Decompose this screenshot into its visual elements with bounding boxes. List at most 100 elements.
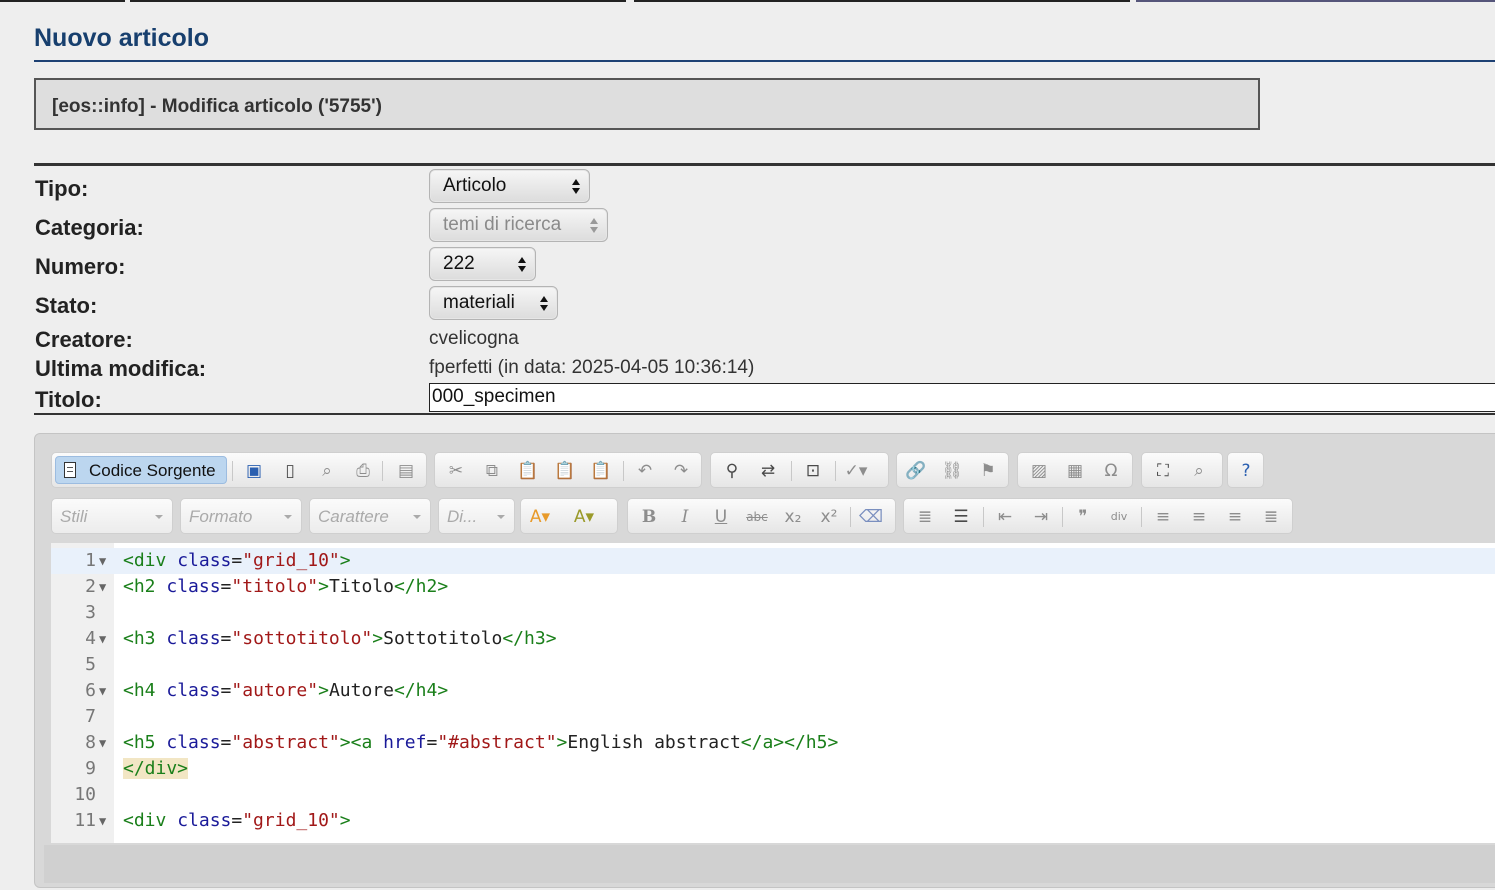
find-icon[interactable]: ⚲ <box>719 458 745 484</box>
code-line[interactable]: 8 ▼ <h5 class="abstract"><a href="#abstrac… <box>51 730 1495 756</box>
bulleted-list-icon[interactable]: ☰ <box>948 504 974 530</box>
code-line[interactable]: 5 <box>51 652 1495 678</box>
align-left-icon[interactable]: ≡ <box>1150 504 1176 530</box>
code-line[interactable]: 4 ▼ <h3 class="sottotitolo">Sottotitolo</h… <box>51 626 1495 652</box>
select-arrows-icon <box>518 255 526 273</box>
code-line[interactable]: 10 <box>51 782 1495 808</box>
line-number: 10 <box>74 784 96 805</box>
source-code-label: Codice Sorgente <box>89 461 216 480</box>
fold-icon[interactable]: ▼ <box>99 626 106 652</box>
size-combo-label: Di... <box>447 507 478 526</box>
stato-label: Stato: <box>35 293 98 318</box>
undo-icon[interactable]: ↶ <box>632 458 658 484</box>
numero-label: Numero: <box>35 254 126 279</box>
replace-icon[interactable]: ⇄ <box>755 458 781 484</box>
code-editor[interactable]: 1 ▼ <div class="grid_10"> 2 ▼ <h2 class="tito… <box>51 543 1495 843</box>
line-number: 4 <box>85 628 96 649</box>
toolbar-document-group: Codice Sorgente ▣ ▯ ⌕ ⎙ ▤ <box>51 452 427 488</box>
fold-icon[interactable]: ▼ <box>99 574 106 600</box>
fold-icon[interactable]: ▼ <box>99 548 106 574</box>
line-number: 9 <box>85 758 96 779</box>
code-line[interactable]: 3 <box>51 600 1495 626</box>
fold-icon[interactable]: ▼ <box>99 730 106 756</box>
paste-text-icon[interactable]: 📋 <box>552 458 578 484</box>
maximize-icon[interactable]: ⛶ <box>1150 458 1176 484</box>
toolbar-view-group: ⛶ ⌕ <box>1141 452 1223 488</box>
cut-icon[interactable]: ✂ <box>443 458 469 484</box>
table-icon[interactable]: ▦ <box>1062 458 1088 484</box>
form-top-divider <box>34 163 1495 166</box>
redo-icon[interactable]: ↷ <box>668 458 694 484</box>
toolbar-paragraph-group: ≣ ☰ ⇤ ⇥ ❞ div ≡ ≡ ≡ ≣ <box>903 498 1293 534</box>
code-text: <h5 class="abstract"><a href="#abstract"… <box>123 732 839 753</box>
align-center-icon[interactable]: ≡ <box>1186 504 1212 530</box>
link-icon[interactable]: 🔗 <box>903 458 929 484</box>
line-number: 3 <box>85 602 96 623</box>
preview-icon[interactable]: ⌕ <box>314 458 340 484</box>
outdent-icon[interactable]: ⇤ <box>992 504 1018 530</box>
align-right-icon[interactable]: ≡ <box>1222 504 1248 530</box>
div-icon[interactable]: div <box>1106 504 1132 530</box>
superscript-icon[interactable]: x² <box>816 504 842 530</box>
titolo-input[interactable]: 000_specimen <box>429 383 1495 412</box>
creatore-label: Creatore: <box>35 327 133 352</box>
source-code-button[interactable]: Codice Sorgente <box>55 456 227 484</box>
new-page-icon[interactable]: ▯ <box>277 458 303 484</box>
select-all-icon[interactable]: ⊡ <box>800 458 826 484</box>
save-icon[interactable]: ▣ <box>241 458 267 484</box>
numero-select[interactable]: 222 <box>429 247 536 281</box>
strike-icon[interactable]: abc <box>744 504 770 530</box>
unlink-icon[interactable]: ⛓ <box>939 458 965 484</box>
help-icon[interactable]: ? <box>1233 458 1259 484</box>
blockquote-icon[interactable]: ❞ <box>1070 504 1096 530</box>
stato-select[interactable]: materiali <box>429 286 558 320</box>
numbered-list-icon[interactable]: ≣ <box>912 504 938 530</box>
toolbar-find-group: ⚲ ⇄ ⊡ ✓▾ <box>710 452 889 488</box>
chevron-down-icon <box>155 515 163 519</box>
format-combo[interactable]: Formato <box>180 498 302 534</box>
anchor-icon[interactable]: ⚑ <box>975 458 1001 484</box>
paste-word-icon[interactable]: 📋 <box>588 458 614 484</box>
code-line[interactable]: 9 </div> <box>51 756 1495 782</box>
italic-icon[interactable]: I <box>672 504 698 530</box>
stato-value: materiali <box>443 292 515 313</box>
copy-icon[interactable]: ⧉ <box>479 458 505 484</box>
code-line[interactable]: 11 ▼ <div class="grid_10"> <box>51 808 1495 834</box>
tipo-select[interactable]: Articolo <box>429 169 590 203</box>
line-number: 6 <box>85 680 96 701</box>
paste-icon[interactable]: 📋 <box>515 458 541 484</box>
code-line[interactable]: 6 ▼ <h4 class="autore">Autore</h4> <box>51 678 1495 704</box>
justify-icon[interactable]: ≣ <box>1258 504 1284 530</box>
size-combo[interactable]: Di... <box>438 498 515 534</box>
fold-icon[interactable]: ▼ <box>99 678 106 704</box>
font-combo[interactable]: Carattere <box>309 498 431 534</box>
categoria-select[interactable]: temi di ricerca <box>429 208 608 242</box>
spellcheck-icon[interactable]: ✓▾ <box>843 458 869 484</box>
image-icon[interactable]: ▨ <box>1026 458 1052 484</box>
line-number: 8 <box>85 732 96 753</box>
templates-icon[interactable]: ▤ <box>393 458 419 484</box>
format-combo-label: Formato <box>189 507 253 526</box>
indent-icon[interactable]: ⇥ <box>1028 504 1054 530</box>
tipo-value: Articolo <box>443 175 507 196</box>
info-text: [eos::info] - Modifica articolo ('5755') <box>52 96 382 117</box>
remove-format-icon[interactable]: ⌫ <box>858 504 884 530</box>
show-blocks-icon[interactable]: ⌕ <box>1186 458 1212 484</box>
special-char-icon[interactable]: Ω <box>1098 458 1124 484</box>
styles-combo-label: Stili <box>60 507 88 526</box>
code-line[interactable]: 2 ▼ <h2 class="titolo">Titolo</h2> <box>51 574 1495 600</box>
bg-color-icon[interactable]: A▾ <box>571 504 597 530</box>
code-line[interactable]: 1 ▼ <div class="grid_10"> <box>51 548 1495 574</box>
code-text: </div> <box>123 758 189 779</box>
toolbar-color-group: A▾ A▾ <box>520 498 618 534</box>
subscript-icon[interactable]: x₂ <box>780 504 806 530</box>
fold-icon[interactable]: ▼ <box>99 808 106 834</box>
print-icon[interactable]: ⎙ <box>350 458 376 484</box>
text-color-icon[interactable]: A▾ <box>527 504 553 530</box>
underline-icon[interactable]: U <box>708 504 734 530</box>
code-line[interactable]: 7 <box>51 704 1495 730</box>
toolbar-help-group: ? <box>1227 452 1264 488</box>
styles-combo[interactable]: Stili <box>51 498 173 534</box>
chevron-down-icon <box>497 515 505 519</box>
bold-icon[interactable]: B <box>636 504 662 530</box>
